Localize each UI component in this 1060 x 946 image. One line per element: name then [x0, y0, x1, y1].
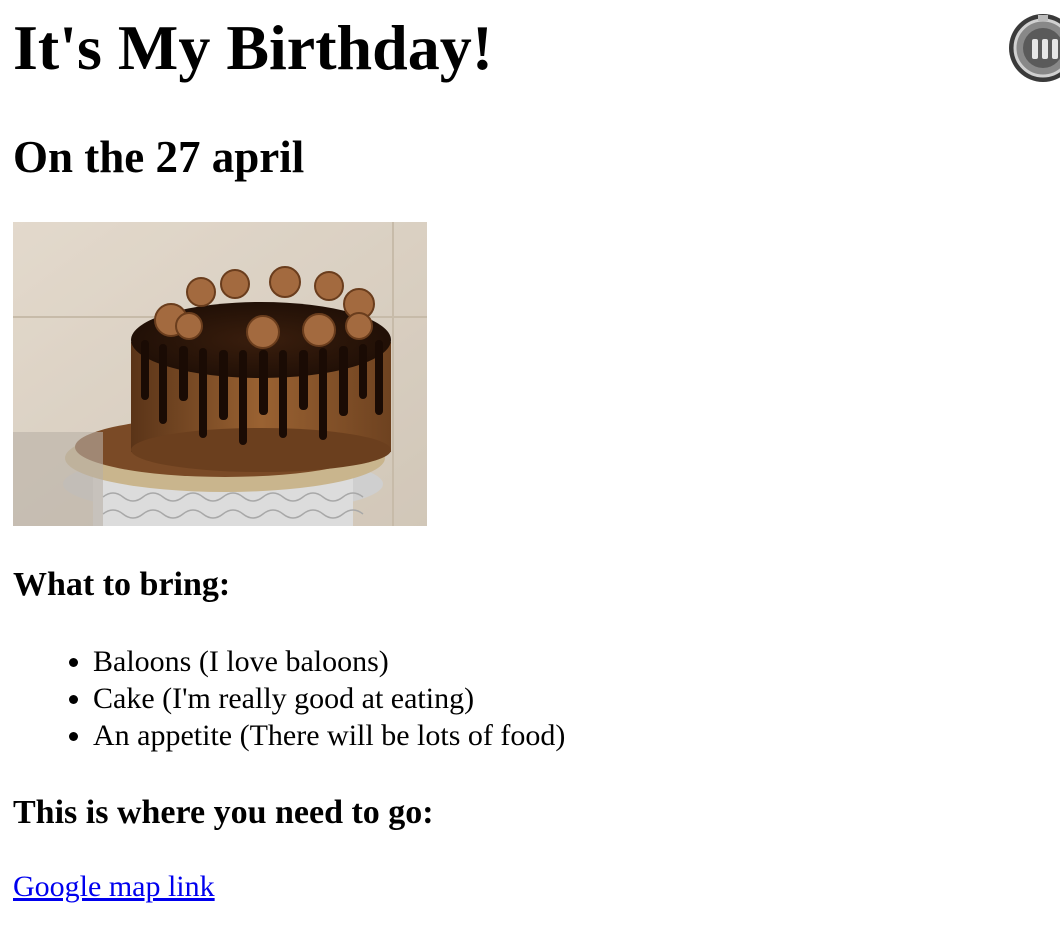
date-heading: On the 27 april — [13, 132, 305, 182]
google-map-link[interactable]: Google map link — [13, 869, 215, 905]
page-content: It's My Birthday! On the 27 april What t… — [0, 0, 1060, 905]
page-title: It's My Birthday! — [13, 12, 493, 83]
list-item: An appetite (There will be lots of food) — [93, 717, 1060, 754]
list-item: Cake (I'm really good at eating) — [93, 680, 1060, 717]
where-heading: This is where you need to go: — [13, 794, 434, 831]
extension-badge-icon[interactable] — [1008, 13, 1060, 83]
cake-image — [13, 222, 427, 526]
bring-list: Baloons (I love baloons) Cake (I'm reall… — [13, 605, 1060, 754]
bring-heading: What to bring: — [13, 566, 231, 603]
list-item: Baloons (I love baloons) — [93, 643, 1060, 680]
